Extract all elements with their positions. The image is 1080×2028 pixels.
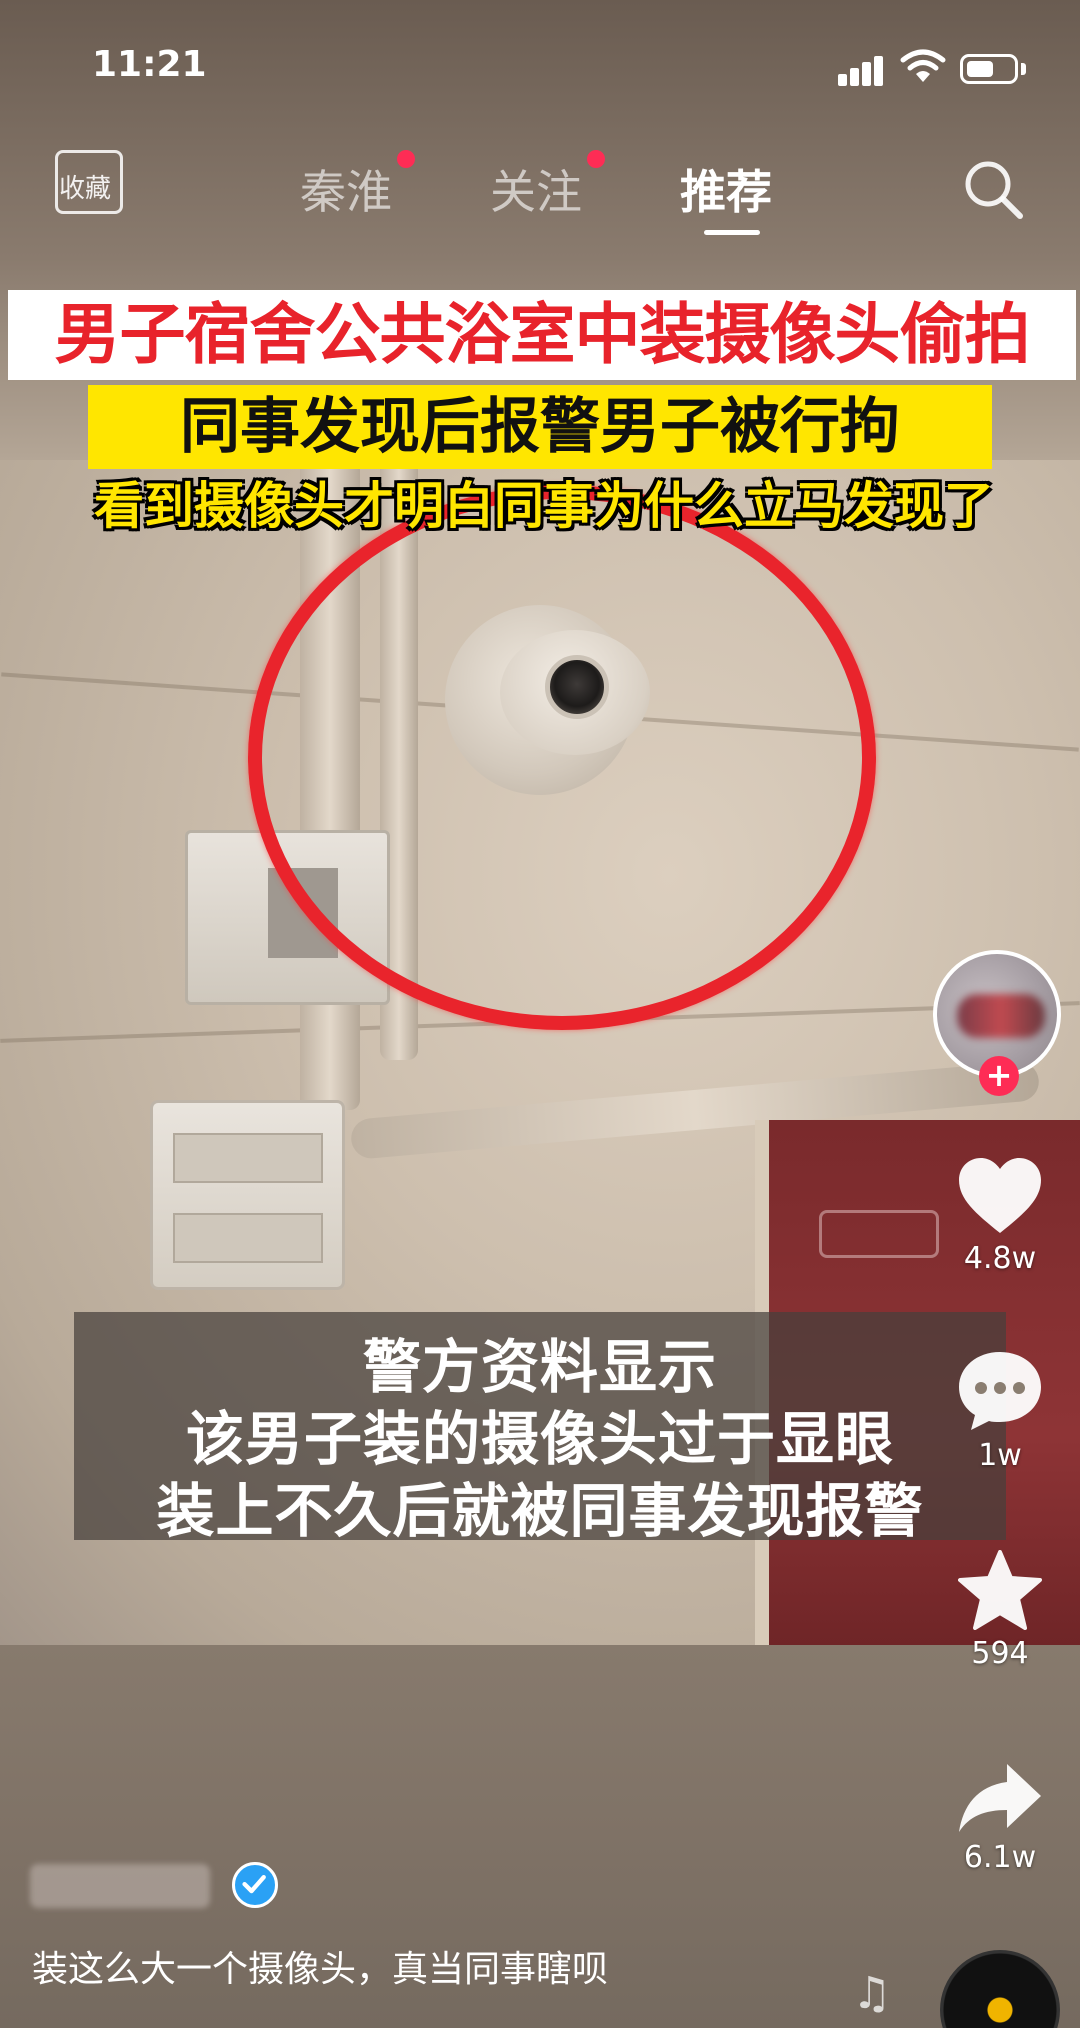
share-count: 6.1w xyxy=(963,1840,1037,1875)
tab-qinhuai[interactable]: 秦淮 xyxy=(300,156,392,222)
video-subtitles: 警方资料显示 该男子装的摄像头过于显眼 装上不久后就被同事发现报警 xyxy=(74,1312,1006,1545)
top-nav: 收藏 秦淮 关注 推荐 xyxy=(0,130,1080,240)
battery-level xyxy=(967,61,993,77)
music-note-icon: ♫ xyxy=(852,1968,892,2019)
verified-badge-icon xyxy=(232,1862,278,1908)
tab-following-dot xyxy=(587,150,605,168)
tab-qinhuai-dot xyxy=(397,150,415,168)
tab-recommend[interactable]: 推荐 xyxy=(680,156,772,222)
headline-outline: 看到摄像头才明白同事为什么立马发现了 xyxy=(94,477,994,535)
comment-button[interactable]: 1w xyxy=(925,1348,1075,1473)
like-button[interactable]: 4.8w xyxy=(925,1155,1075,1276)
favorite-count: 594 xyxy=(971,1636,1029,1671)
highlight-circle xyxy=(248,485,876,1030)
socket-box xyxy=(150,1100,345,1290)
search-icon[interactable] xyxy=(960,156,1026,222)
like-count: 4.8w xyxy=(963,1241,1037,1276)
tab-following[interactable]: 关注 xyxy=(490,156,582,222)
comment-count: 1w xyxy=(978,1438,1022,1473)
share-arrow-icon xyxy=(959,1764,1041,1832)
cellular-signal-icon xyxy=(838,56,888,86)
status-bar: 11:21 xyxy=(0,0,1080,140)
wifi-icon xyxy=(900,49,946,82)
author-avatar-button[interactable]: + xyxy=(933,950,1063,1096)
battery-tip xyxy=(1021,63,1026,75)
heart-icon xyxy=(959,1158,1041,1233)
active-tab-indicator xyxy=(704,230,760,235)
share-button[interactable]: 6.1w xyxy=(925,1760,1075,1875)
socket-slot xyxy=(173,1133,323,1183)
headline-red: 男子宿舍公共浴室中装摄像头偷拍 xyxy=(8,290,1076,380)
subtitle-line: 装上不久后就被同事发现报警 xyxy=(156,1477,924,1545)
status-time: 11:21 xyxy=(92,44,207,85)
post-caption[interactable]: 装这么大一个摄像头，真当同事瞎呗 xyxy=(32,1940,608,1992)
collect-button[interactable]: 收藏 xyxy=(55,150,125,216)
headline-yellow: 同事发现后报警男子被行拘 xyxy=(88,385,992,469)
door-sign xyxy=(819,1210,939,1258)
comment-icon xyxy=(959,1352,1041,1430)
star-icon xyxy=(958,1550,1042,1630)
favorite-button[interactable]: 594 xyxy=(925,1548,1075,1671)
battery-icon xyxy=(960,54,1018,84)
socket-slot xyxy=(173,1213,323,1263)
avatar-blurred-image xyxy=(957,994,1045,1038)
author-name-blurred[interactable] xyxy=(30,1864,210,1908)
collect-label: 收藏 xyxy=(59,174,112,204)
follow-button[interactable]: + xyxy=(979,1056,1019,1096)
